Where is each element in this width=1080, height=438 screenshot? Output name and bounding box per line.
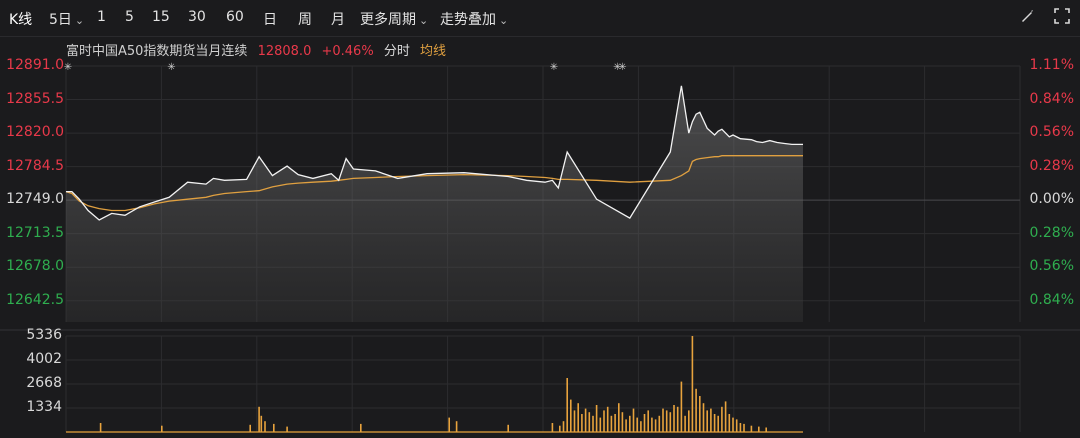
volume-bar <box>684 415 686 432</box>
percent-tick-label: 0.00% <box>1029 191 1074 208</box>
volume-bar <box>647 410 649 432</box>
volume-bar <box>286 426 288 432</box>
volume-bar <box>680 381 683 432</box>
volume-bar <box>625 419 627 432</box>
volume-bar <box>629 415 631 432</box>
volume-bar <box>606 406 609 432</box>
volume-bar <box>161 425 163 432</box>
volume-bar <box>610 415 613 432</box>
volume-bar <box>728 414 731 432</box>
price-tick-label: 12749.0 <box>6 191 64 208</box>
volume-bar <box>599 417 602 432</box>
volume-bar <box>260 415 263 432</box>
volume-bar <box>665 410 668 432</box>
volume-bar <box>632 408 635 432</box>
price-tick-label: 12642.5 <box>6 291 64 308</box>
volume-bar <box>621 412 624 432</box>
percent-tick-label: 0.56% <box>1029 124 1074 141</box>
volume-bar <box>448 417 450 432</box>
volume-tick-label: 5336 <box>26 327 62 343</box>
volume-bar <box>669 412 672 432</box>
percent-tick-label: 0.84% <box>1029 90 1074 107</box>
volume-bar <box>721 406 723 432</box>
volume-bar <box>264 421 266 432</box>
volume-bar <box>603 410 605 432</box>
volume-bar <box>695 388 697 432</box>
volume-bar <box>455 421 458 432</box>
price-tick-label: 12678.0 <box>6 258 64 275</box>
volume-bar <box>570 399 572 432</box>
volume-bar <box>618 403 620 432</box>
volume-bar <box>706 410 708 432</box>
event-marker: ✳ <box>550 62 558 73</box>
volume-tick-label: 2668 <box>26 375 62 391</box>
event-marker: ✳ <box>64 62 72 73</box>
volume-bar <box>640 421 642 432</box>
volume-bar <box>651 417 653 432</box>
event-marker: ✳ <box>167 62 175 73</box>
price-tick-label: 12820.0 <box>6 124 64 141</box>
price-tick-label: 12855.5 <box>6 90 64 107</box>
volume-bar <box>577 403 579 432</box>
volume-bar <box>691 336 694 432</box>
volume-bar <box>658 415 661 432</box>
volume-bar <box>688 410 690 432</box>
percent-tick-label: 1.11% <box>1029 57 1074 73</box>
volume-bar <box>713 414 716 432</box>
volume-bar <box>584 408 587 432</box>
volume-bar <box>581 414 583 432</box>
volume-bar <box>710 408 712 432</box>
volume-bar <box>743 423 745 432</box>
volume-bar <box>636 417 638 432</box>
volume-bar <box>566 378 568 432</box>
volume-bar <box>750 425 753 432</box>
volume-tick-label: 1334 <box>26 399 62 415</box>
event-marker: ✳ <box>618 62 626 73</box>
volume-bar <box>507 424 509 432</box>
volume-bar <box>724 401 727 432</box>
volume-bar <box>258 406 260 432</box>
volume-bar <box>662 408 664 432</box>
volume-bar <box>551 423 554 432</box>
volume-bar <box>643 414 646 432</box>
volume-bar <box>614 414 616 432</box>
volume-bar <box>717 415 719 432</box>
timeshare-chart[interactable]: ✳ ✳ ✳ ✳✳ <box>0 0 1080 438</box>
volume-bar <box>676 406 679 432</box>
volume-bar <box>765 427 767 432</box>
volume-bar <box>249 424 251 432</box>
volume-bar <box>360 423 362 432</box>
price-tick-label: 12891.0 <box>6 57 64 73</box>
volume-bar <box>654 419 657 432</box>
volume-bar <box>273 423 275 432</box>
volume-bar <box>702 403 705 432</box>
volume-bar <box>559 425 561 432</box>
volume-bar <box>673 405 675 432</box>
percent-tick-label: 0.84% <box>1029 291 1074 308</box>
volume-tick-label: 4002 <box>26 351 62 367</box>
volume-bar <box>758 426 760 432</box>
volume-bar <box>739 423 742 432</box>
volume-bar <box>699 396 701 432</box>
volume-bar <box>562 421 565 432</box>
volume-bar <box>732 417 734 432</box>
volume-bar <box>588 412 591 432</box>
volume-bar <box>99 423 102 432</box>
price-tick-label: 12784.5 <box>6 157 64 174</box>
percent-tick-label: 0.28% <box>1029 157 1074 174</box>
volume-bar <box>573 410 576 432</box>
volume-bar <box>735 419 738 432</box>
percent-tick-label: 0.28% <box>1029 224 1074 241</box>
volume-bar <box>595 405 598 432</box>
volume-bar <box>592 415 594 432</box>
price-tick-label: 12713.5 <box>6 224 64 241</box>
percent-tick-label: 0.56% <box>1029 258 1074 275</box>
